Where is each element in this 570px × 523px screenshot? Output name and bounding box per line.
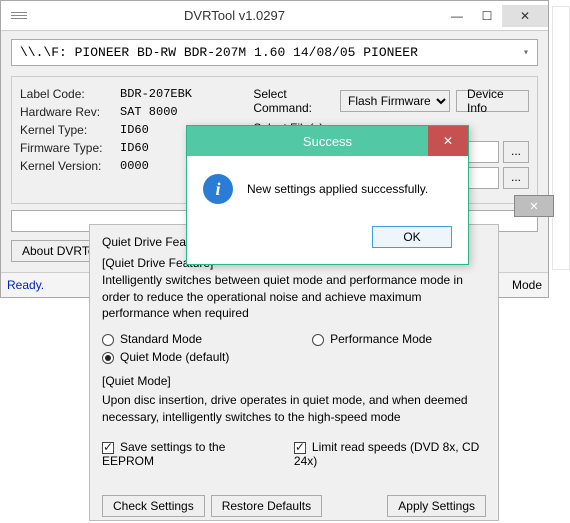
close-button[interactable]: ✕ xyxy=(502,5,548,27)
hw-rev-lbl: Hardware Rev: xyxy=(20,105,120,119)
drive-select[interactable]: \\.\F: PIONEER BD-RW BDR-207M 1.60 14/08… xyxy=(11,39,538,66)
kernel-type-lbl: Kernel Type: xyxy=(20,123,120,137)
drive-string: \\.\F: PIONEER BD-RW BDR-207M 1.60 14/08… xyxy=(20,45,418,60)
command-select[interactable]: Flash Firmware xyxy=(340,90,450,112)
dialog-message: New settings applied successfully. xyxy=(247,182,428,196)
radio-quiet[interactable]: Quiet Mode (default) xyxy=(102,350,229,364)
label-code-val: BDR-207EBK xyxy=(120,87,192,101)
checkbox-limit-speeds[interactable]: Limit read speeds (DVD 8x, CD 24x) xyxy=(294,440,486,468)
checkbox-save-eeprom[interactable]: Save settings to the EEPROM xyxy=(102,440,264,468)
status-text: Ready. xyxy=(7,278,44,292)
quiet-mode-header: [Quiet Mode] xyxy=(102,374,486,388)
browse-button-1[interactable]: ... xyxy=(503,141,529,163)
success-dialog: Success ✕ i New settings applied success… xyxy=(186,125,469,265)
kernel-type-val: ID60 xyxy=(120,123,149,137)
radio-performance[interactable]: Performance Mode xyxy=(312,332,432,346)
label-code-lbl: Label Code: xyxy=(20,87,120,101)
kernel-ver-lbl: Kernel Version: xyxy=(20,159,120,173)
quiet-desc-body: Intelligently switches between quiet mod… xyxy=(102,272,486,322)
app-icon xyxy=(11,10,27,22)
quiet-drive-panel: ✕ Quiet Drive Feature [Quiet Drive Featu… xyxy=(89,224,499,521)
panel-close-button[interactable]: ✕ xyxy=(514,195,554,217)
fw-type-lbl: Firmware Type: xyxy=(20,141,120,155)
device-info-button[interactable]: Device Info xyxy=(456,90,529,112)
right-scrollbar[interactable] xyxy=(552,6,570,270)
fw-type-val: ID60 xyxy=(120,141,149,155)
hw-rev-val: SAT 8000 xyxy=(120,105,178,119)
browse-button-2[interactable]: ... xyxy=(503,167,529,189)
titlebar: DVRTool v1.0297 — ☐ ✕ xyxy=(1,1,548,31)
dialog-titlebar: Success ✕ xyxy=(187,126,468,156)
kernel-ver-val: 0000 xyxy=(120,159,149,173)
window-title: DVRTool v1.0297 xyxy=(27,8,442,23)
maximize-button[interactable]: ☐ xyxy=(472,5,502,27)
info-icon: i xyxy=(203,174,233,204)
minimize-button[interactable]: — xyxy=(442,5,472,27)
mode-indicator[interactable]: Mode xyxy=(512,278,542,292)
chevron-down-icon: ▾ xyxy=(523,47,529,59)
dialog-close-button[interactable]: ✕ xyxy=(428,126,468,156)
quiet-mode-desc: Upon disc insertion, drive operates in q… xyxy=(102,392,486,426)
ok-button[interactable]: OK xyxy=(372,226,452,248)
radio-standard[interactable]: Standard Mode xyxy=(102,332,202,346)
check-settings-button[interactable]: Check Settings xyxy=(102,495,205,517)
apply-settings-button[interactable]: Apply Settings xyxy=(387,495,486,517)
select-command-lbl: Select Command: xyxy=(253,87,334,115)
restore-defaults-button[interactable]: Restore Defaults xyxy=(211,495,322,517)
dialog-title: Success xyxy=(303,134,352,149)
